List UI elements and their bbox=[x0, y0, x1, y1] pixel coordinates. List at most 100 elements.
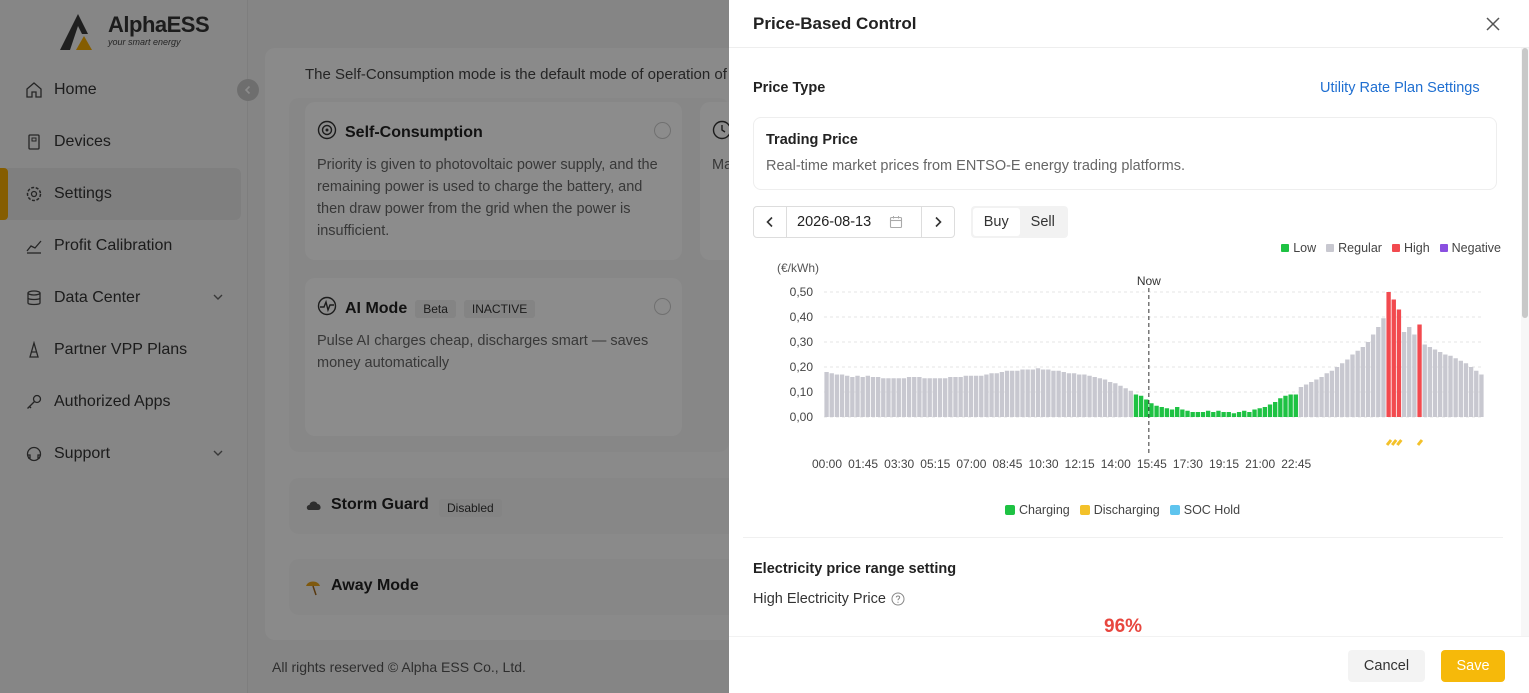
high-price-percentage[interactable]: 96% bbox=[1104, 616, 1142, 638]
price-bar bbox=[932, 378, 938, 417]
buy-sell-toggle: Buy Sell bbox=[971, 206, 1068, 238]
price-bar bbox=[1401, 332, 1407, 417]
price-bar bbox=[1175, 407, 1180, 417]
price-bar bbox=[1113, 383, 1118, 417]
price-bar bbox=[1479, 374, 1484, 417]
date-input[interactable]: 2026-08-13 bbox=[786, 207, 922, 237]
drawer-title: Price-Based Control bbox=[753, 14, 917, 33]
y-tick-label: 0,20 bbox=[790, 360, 814, 374]
price-bar bbox=[1396, 309, 1402, 417]
legend-item-negative[interactable]: Negative bbox=[1439, 241, 1501, 255]
buy-tab[interactable]: Buy bbox=[973, 208, 1020, 236]
price-bar bbox=[1190, 412, 1195, 417]
price-bar bbox=[1272, 402, 1278, 417]
prev-day-button[interactable] bbox=[754, 207, 786, 237]
x-tick-label: 14:00 bbox=[1101, 457, 1131, 471]
trading-price-desc: Real-time market prices from ENTSO-E ene… bbox=[766, 158, 1186, 174]
modal-overlay[interactable] bbox=[0, 0, 729, 693]
legend-label: Discharging bbox=[1093, 503, 1160, 517]
price-bar bbox=[1061, 372, 1066, 417]
legend-swatch bbox=[1169, 505, 1180, 515]
price-bar bbox=[922, 378, 927, 417]
price-bar bbox=[989, 373, 994, 417]
x-tick-label: 17:30 bbox=[1173, 457, 1203, 471]
scrollbar-thumb[interactable] bbox=[1522, 48, 1528, 318]
legend-item-soc-hold[interactable]: SOC Hold bbox=[1169, 503, 1240, 517]
utility-rate-plan-settings-link[interactable]: Utility Rate Plan Settings bbox=[1320, 80, 1480, 96]
price-bar bbox=[1407, 327, 1412, 417]
legend-item-low[interactable]: Low bbox=[1281, 241, 1316, 255]
y-axis-unit: (€/kWh) bbox=[777, 261, 819, 275]
legend-item-charging[interactable]: Charging bbox=[1005, 503, 1070, 517]
x-tick-label: 19:15 bbox=[1209, 457, 1239, 471]
price-chart[interactable]: (€/kWh) 0,00 0,10 0,20 0,30 0,40 0,50 00:00 01:4… bbox=[759, 256, 1509, 481]
legend-item-discharging[interactable]: Discharging bbox=[1079, 503, 1160, 517]
price-bar bbox=[1231, 413, 1237, 417]
price-legend: Low Regular High Negative bbox=[1281, 241, 1501, 255]
price-bar bbox=[979, 375, 984, 417]
sell-tab[interactable]: Sell bbox=[1020, 208, 1067, 236]
legend-swatch bbox=[1439, 244, 1448, 252]
price-bar bbox=[912, 377, 917, 417]
price-bar bbox=[927, 378, 932, 417]
price-bar bbox=[1025, 369, 1030, 417]
x-tick-label: 12:15 bbox=[1065, 457, 1095, 471]
price-bar bbox=[1236, 412, 1242, 417]
price-bar bbox=[963, 375, 968, 417]
now-marker-label: Now bbox=[1137, 274, 1161, 288]
next-day-button[interactable] bbox=[922, 207, 954, 237]
price-bar bbox=[1427, 347, 1433, 417]
price-bar bbox=[1040, 369, 1046, 417]
price-bar bbox=[1324, 373, 1329, 417]
price-bar bbox=[1087, 375, 1092, 417]
price-bar bbox=[1211, 412, 1216, 417]
price-bar bbox=[1077, 374, 1082, 417]
price-bar bbox=[1437, 352, 1443, 417]
legend-swatch bbox=[1281, 244, 1290, 252]
price-bar bbox=[1071, 373, 1077, 417]
legend-label: Regular bbox=[1338, 241, 1382, 255]
price-bar bbox=[1417, 324, 1422, 417]
price-bar bbox=[1097, 378, 1103, 417]
price-bar bbox=[1386, 292, 1391, 417]
price-bar bbox=[1138, 395, 1144, 417]
price-bar bbox=[1278, 398, 1283, 417]
cancel-button[interactable]: Cancel bbox=[1348, 650, 1425, 682]
price-bar bbox=[953, 377, 958, 417]
price-bar bbox=[973, 375, 979, 417]
price-bar bbox=[1329, 370, 1335, 417]
legend-item-regular[interactable]: Regular bbox=[1326, 241, 1382, 255]
price-bar bbox=[1319, 377, 1324, 417]
price-bar bbox=[1010, 370, 1015, 417]
calendar-icon bbox=[890, 216, 903, 229]
save-button[interactable]: Save bbox=[1441, 650, 1505, 682]
x-tick-label: 21:00 bbox=[1245, 457, 1275, 471]
price-bar bbox=[1262, 407, 1268, 417]
price-bar bbox=[1144, 399, 1149, 417]
price-bar bbox=[1340, 363, 1345, 417]
trading-price-card[interactable]: Trading Price Real-time market prices fr… bbox=[753, 117, 1497, 190]
price-bar bbox=[1334, 367, 1340, 417]
high-price-label: High Electricity Price bbox=[753, 591, 905, 607]
x-tick-label: 00:00 bbox=[812, 457, 842, 471]
price-bar bbox=[1283, 395, 1288, 417]
price-bar bbox=[1102, 379, 1108, 417]
price-bar bbox=[1154, 405, 1159, 417]
price-bar bbox=[1004, 370, 1010, 417]
drawer-scrollbar[interactable] bbox=[1521, 48, 1529, 636]
price-bar bbox=[984, 374, 989, 417]
price-bar bbox=[942, 378, 948, 417]
legend-item-high[interactable]: High bbox=[1391, 241, 1430, 255]
help-icon[interactable] bbox=[891, 592, 905, 606]
price-bar bbox=[1056, 370, 1061, 417]
high-price-label-text: High Electricity Price bbox=[753, 591, 886, 607]
chevron-right-icon bbox=[935, 216, 942, 228]
x-tick-label: 15:45 bbox=[1137, 457, 1167, 471]
price-bar bbox=[1133, 394, 1139, 417]
drawer-header: Price-Based Control bbox=[729, 0, 1529, 48]
price-bar bbox=[1474, 370, 1479, 417]
close-icon[interactable] bbox=[1483, 14, 1503, 34]
price-bar bbox=[968, 375, 974, 417]
section-divider bbox=[743, 537, 1503, 538]
discharging-mark bbox=[1416, 439, 1424, 446]
